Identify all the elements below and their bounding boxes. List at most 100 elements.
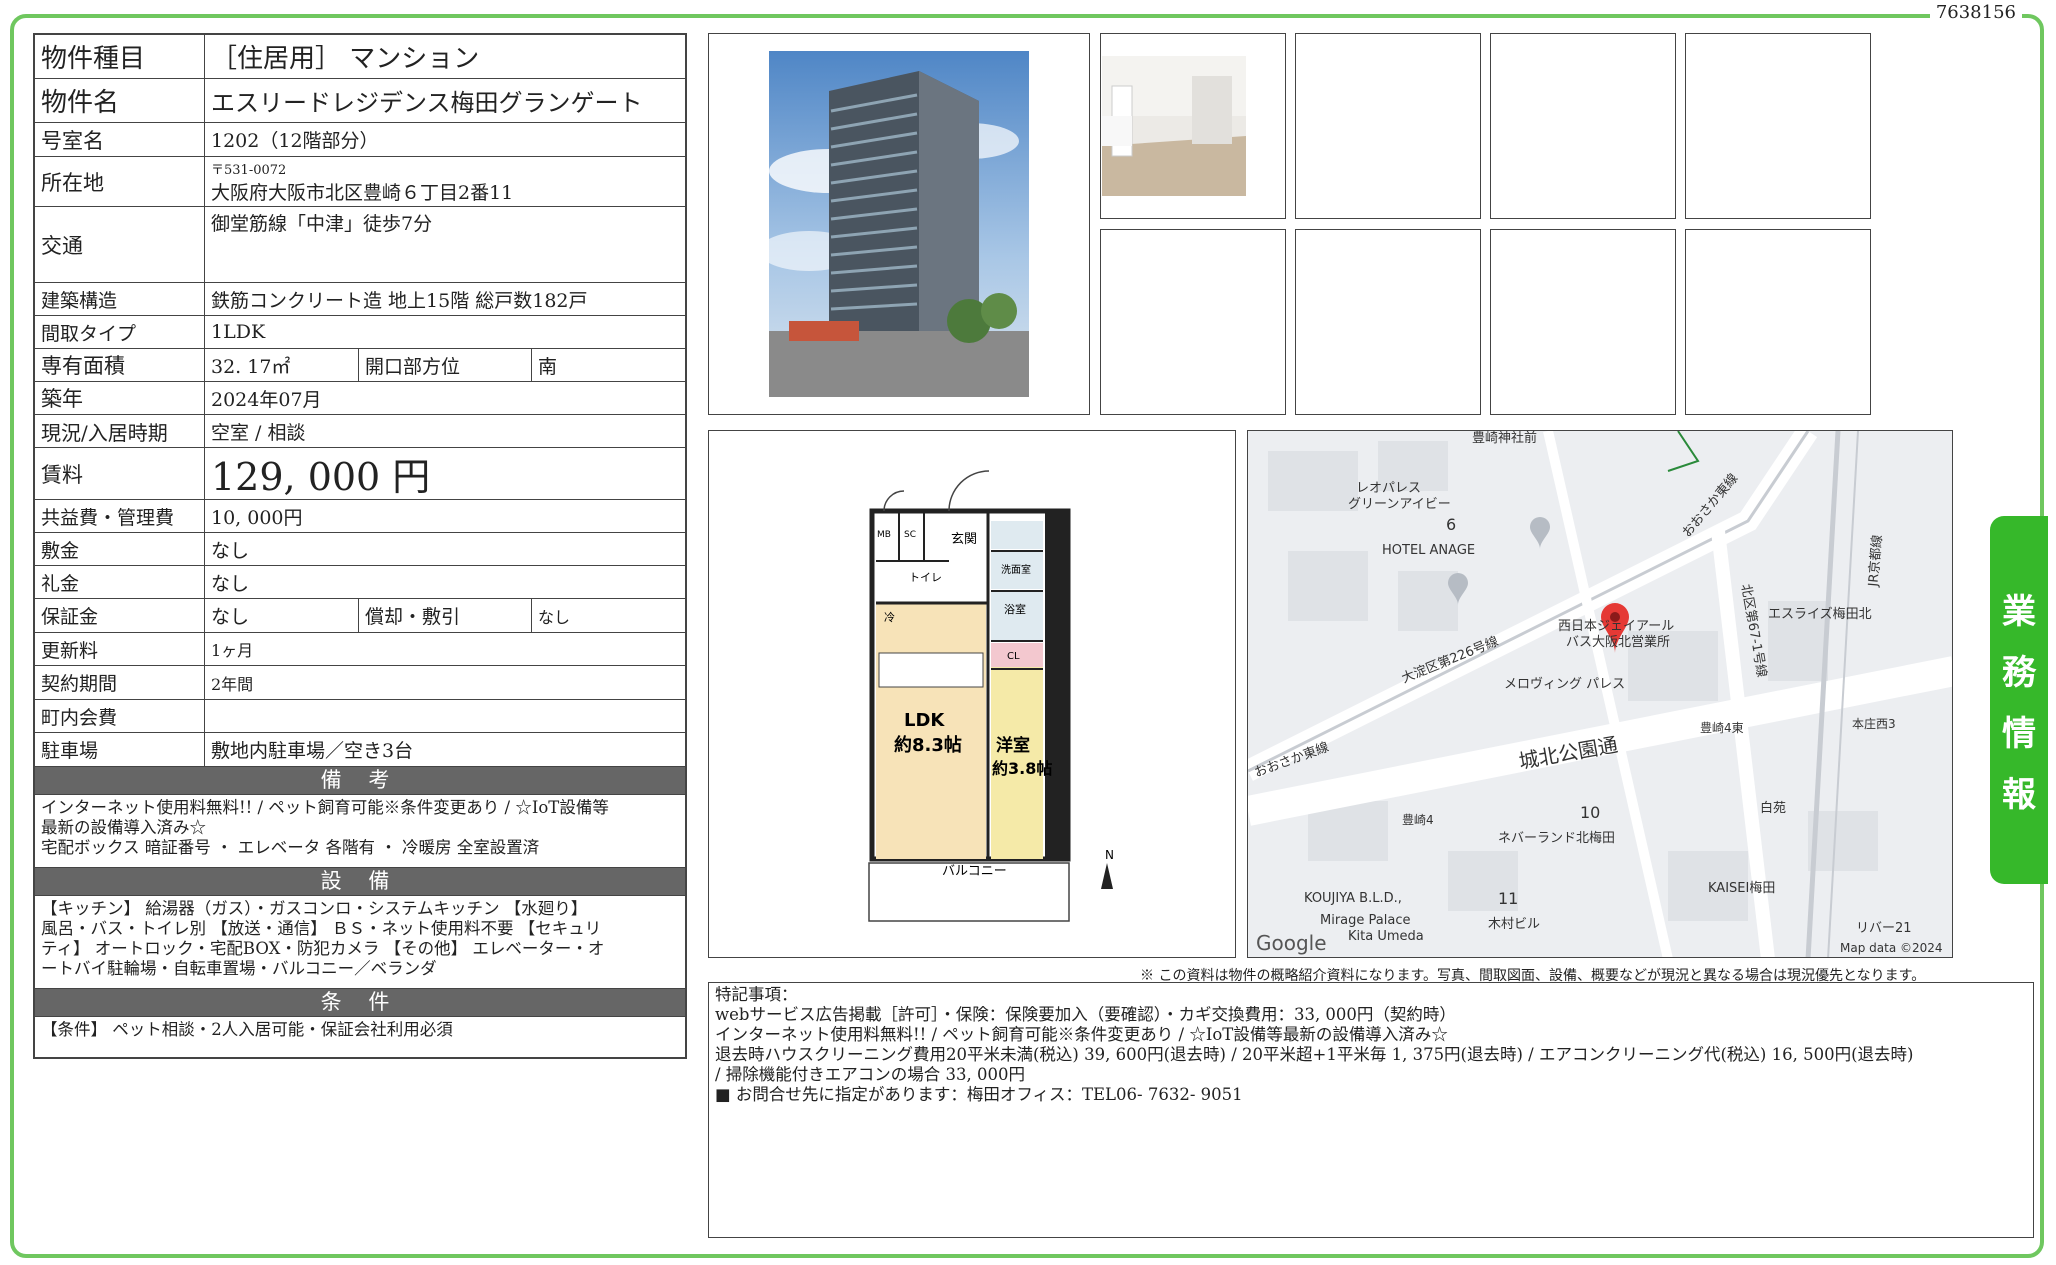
special-notes-line: / 掃除機能付きエアコンの場合 33, 000円 bbox=[715, 1065, 1026, 1084]
thumbnail-1[interactable] bbox=[1100, 33, 1286, 219]
equipment-header: 設 備 bbox=[35, 868, 685, 896]
row-renewal: 更新料 1ヶ月 bbox=[35, 633, 685, 666]
special-notes: 特記事項： webサービス広告掲載［許可］・保険：保険要加入（要確認）・カギ交換… bbox=[708, 982, 2034, 1238]
row-built: 築年 2024年07月 bbox=[35, 382, 685, 415]
label: 更新料 bbox=[35, 633, 205, 665]
side-tab-char: 務 bbox=[2002, 653, 2036, 693]
label: 共益費・管理費 bbox=[35, 500, 205, 532]
bath-label: 浴室 bbox=[1004, 602, 1026, 616]
ldk-label: LDK bbox=[904, 710, 945, 731]
remarks-body: インターネット使用料無料!! / ペット飼育可能※条件変更あり / ☆IoT設備… bbox=[35, 795, 685, 868]
map-label: 豊崎4 bbox=[1402, 813, 1434, 827]
label: 賃料 bbox=[35, 448, 205, 499]
toilet-label: トイレ bbox=[909, 571, 942, 584]
value: 1ヶ月 bbox=[211, 641, 254, 660]
thumbnail-8[interactable] bbox=[1685, 229, 1871, 415]
side-tab-char: 情 bbox=[2002, 714, 2036, 754]
map-label: グリーンアイビー bbox=[1348, 497, 1451, 512]
value: なし bbox=[211, 572, 250, 595]
floor-plan[interactable]: バルコニー LDK 約8.3帖 洋室 約3.8帖 玄関 トイレ 浴室 洗面室 M… bbox=[709, 431, 1237, 959]
cl-label: CL bbox=[1007, 651, 1020, 662]
value: 敷地内駐車場／空き3台 bbox=[211, 740, 414, 762]
label: 開口部方位 bbox=[359, 349, 532, 381]
value: なし bbox=[205, 599, 359, 632]
row-access: 交通 御堂筋線「中津」徒歩7分 bbox=[35, 207, 685, 283]
conditions-body: 【条件】 ペット相談・2人入居可能・保証会社利用必須 bbox=[35, 1017, 685, 1057]
map-label: バス大阪北営業所 bbox=[1566, 635, 1671, 650]
value: なし bbox=[538, 607, 571, 627]
row-status: 現況/入居時期 空室 / 相談 bbox=[35, 415, 685, 448]
remarks-line: インターネット使用料無料!! / ペット飼育可能※条件変更あり / ☆IoT設備… bbox=[41, 798, 609, 817]
thumbnail-2[interactable] bbox=[1295, 33, 1481, 219]
map-label: エスライズ梅田北 bbox=[1768, 607, 1872, 622]
map-label: Kita Umeda bbox=[1348, 929, 1424, 944]
map-label: 10 bbox=[1580, 803, 1601, 822]
building-photo[interactable] bbox=[769, 51, 1029, 397]
conditions-line: 【条件】 ペット相談・2人入居可能・保証会社利用必須 bbox=[41, 1020, 453, 1039]
interior-photo bbox=[1102, 56, 1246, 196]
side-tab-char: 報 bbox=[2002, 775, 2036, 815]
value: 32. 17㎡ bbox=[205, 349, 359, 381]
row-type: 物件種目 ［住居用］ マンション bbox=[35, 35, 685, 79]
map-label: 木村ビル bbox=[1488, 917, 1541, 932]
label: 専有面積 bbox=[35, 349, 205, 381]
map-label: リバー21 bbox=[1856, 921, 1912, 936]
main-photo-frame bbox=[708, 33, 1090, 415]
label: 礼金 bbox=[35, 566, 205, 598]
label: 町内会費 bbox=[35, 700, 205, 732]
fridge-label: 冷 bbox=[884, 611, 895, 624]
wash-label: 洗面室 bbox=[1001, 563, 1031, 576]
western-size: 約3.8帖 bbox=[992, 759, 1052, 778]
north-label: N bbox=[1105, 848, 1114, 862]
map-attribution: Map data ©2024 bbox=[1840, 941, 1943, 955]
remarks-line: 宅配ボックス 暗証番号 ・ エレベータ 各階有 ・ 冷暖房 全室設置済 bbox=[41, 838, 540, 857]
label: 契約期間 bbox=[35, 666, 205, 699]
special-notes-line: 退去時ハウスクリーニング費用20平米未満(税込) 39, 600円(退去時) /… bbox=[715, 1045, 1914, 1064]
ldk-size: 約8.3帖 bbox=[894, 734, 962, 756]
north-arrow-icon bbox=[1101, 863, 1113, 889]
property-table: 物件種目 ［住居用］ マンション 物件名 エスリードレジデンス梅田グランゲート … bbox=[33, 33, 687, 1059]
value: 1202（12階部分） bbox=[211, 130, 379, 152]
map-frame[interactable]: レオパレス グリーンアイビー 6 HOTEL ANAGE おおさか東線 北区第6… bbox=[1247, 430, 1953, 958]
label: 償却・敷引 bbox=[359, 599, 532, 632]
map-label: 豊崎4東 bbox=[1700, 721, 1744, 735]
label: 物件名 bbox=[35, 79, 205, 122]
map-label: 11 bbox=[1498, 889, 1519, 908]
label: 現況/入居時期 bbox=[35, 415, 205, 447]
map-label: 白苑 bbox=[1760, 801, 1787, 816]
thumbnail-4[interactable] bbox=[1685, 33, 1871, 219]
thumbnail-3[interactable] bbox=[1490, 33, 1676, 219]
equipment-body: 【キッチン】 給湯器（ガス）・ガスコンロ・システムキッチン 【水廻り】 風呂・バ… bbox=[35, 896, 685, 989]
mb-label: MB bbox=[877, 530, 891, 540]
row-address: 所在地 〒531-0072 大阪府大阪市北区豊崎６丁目2番11 bbox=[35, 157, 685, 207]
rent-value: 129, 000 円 bbox=[211, 455, 431, 499]
row-rent: 賃料 129, 000 円 bbox=[35, 448, 685, 500]
value: 南 bbox=[538, 355, 558, 378]
map-label: 6 bbox=[1446, 515, 1457, 534]
value: 2年間 bbox=[211, 674, 254, 694]
value bbox=[205, 700, 685, 732]
thumbnail-7[interactable] bbox=[1490, 229, 1676, 415]
property-name: エスリードレジデンス梅田グランゲート bbox=[211, 89, 643, 117]
special-notes-line: インターネット使用料無料!! / ペット飼育可能※条件変更あり / ☆IoT設備… bbox=[715, 1025, 1448, 1044]
label: 築年 bbox=[35, 382, 205, 414]
equipment-line: 【キッチン】 給湯器（ガス）・ガスコンロ・システムキッチン 【水廻り】 bbox=[41, 899, 588, 918]
equipment-line: ートバイ駐輪場・自転車置場・バルコニー／ベランダ bbox=[41, 959, 437, 978]
value: 10, 000円 bbox=[211, 506, 303, 529]
map-label: KOUJIYA B.L.D., bbox=[1304, 891, 1402, 906]
thumbnail-5[interactable] bbox=[1100, 229, 1286, 415]
map-label: 本庄西3 bbox=[1852, 717, 1896, 731]
value: 空室 / 相談 bbox=[211, 421, 306, 444]
label: 所在地 bbox=[35, 157, 205, 206]
label: 間取タイプ bbox=[35, 316, 205, 348]
western-label: 洋室 bbox=[996, 735, 1030, 756]
thumbnail-6[interactable] bbox=[1295, 229, 1481, 415]
row-area: 専有面積 32. 17㎡ 開口部方位 南 bbox=[35, 349, 685, 382]
special-notes-line: webサービス広告掲載［許可］・保険：保険要加入（要確認）・カギ交換費用：33,… bbox=[715, 1005, 1456, 1024]
remarks-header: 備 考 bbox=[35, 767, 685, 795]
document-id: 7638156 bbox=[1929, 2, 2022, 23]
value: 1LDK bbox=[211, 321, 266, 343]
side-tab-business-info[interactable]: 業 務 情 報 bbox=[1990, 516, 2048, 884]
map-label: ネバーランド北梅田 bbox=[1498, 831, 1616, 846]
map-label: メロヴィング パレス bbox=[1504, 677, 1626, 692]
